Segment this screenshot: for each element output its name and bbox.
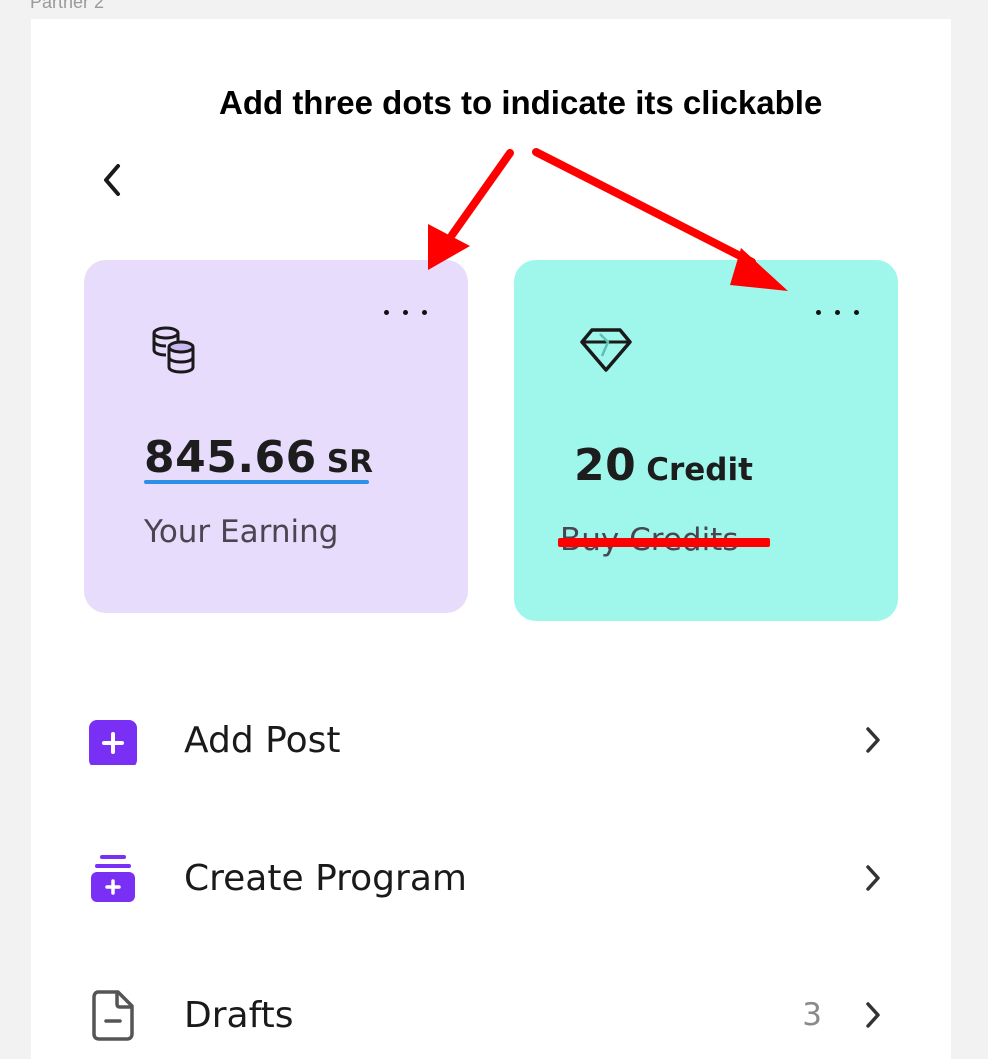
dot-icon <box>816 310 821 315</box>
earning-card[interactable]: 845.66 SR Your Earning <box>84 260 468 613</box>
diamond-icon <box>580 328 632 372</box>
credit-amount: 20 Credit <box>574 440 753 491</box>
menu-item-label: Create Program <box>184 857 467 899</box>
credit-more-button[interactable] <box>816 310 859 315</box>
chevron-right-icon <box>858 725 888 755</box>
drafts-count-badge: 3 <box>802 997 822 1033</box>
earning-amount-value: 845.66 <box>144 432 317 483</box>
design-annotation: Add three dots to indicate its clickable <box>219 84 823 121</box>
dot-icon <box>403 310 408 315</box>
coins-icon <box>152 326 195 374</box>
earning-amount-underline <box>144 480 369 484</box>
menu-item-create-program[interactable]: Create Program <box>88 848 888 908</box>
chevron-right-icon <box>858 863 888 893</box>
dot-icon <box>384 310 389 315</box>
dot-icon <box>835 310 840 315</box>
menu-item-label: Add Post <box>184 719 341 761</box>
credit-amount-value: 20 <box>574 440 637 491</box>
frame-label: Partner 2 <box>30 0 105 12</box>
earning-amount-unit: SR <box>326 444 373 480</box>
chevron-left-icon <box>104 164 120 196</box>
drafts-icon <box>92 990 134 1041</box>
credit-amount-unit: Credit <box>646 452 753 488</box>
dot-icon <box>854 310 859 315</box>
menu-item-drafts[interactable]: Drafts 3 <box>88 985 888 1045</box>
menu-item-add-post[interactable]: Add Post <box>88 710 888 770</box>
earning-label: Your Earning <box>144 514 339 550</box>
create-program-icon <box>91 855 135 902</box>
chevron-right-icon <box>858 1000 888 1030</box>
menu-item-label: Drafts <box>184 994 294 1036</box>
credit-card[interactable]: 20Credit Buy Credits <box>514 260 898 621</box>
add-post-icon <box>89 720 137 765</box>
dot-icon <box>422 310 427 315</box>
earning-amount: 845.66 SR <box>144 432 373 483</box>
earning-more-button[interactable] <box>384 310 427 315</box>
strikethrough-annotation <box>558 538 770 547</box>
back-button[interactable] <box>92 160 132 200</box>
